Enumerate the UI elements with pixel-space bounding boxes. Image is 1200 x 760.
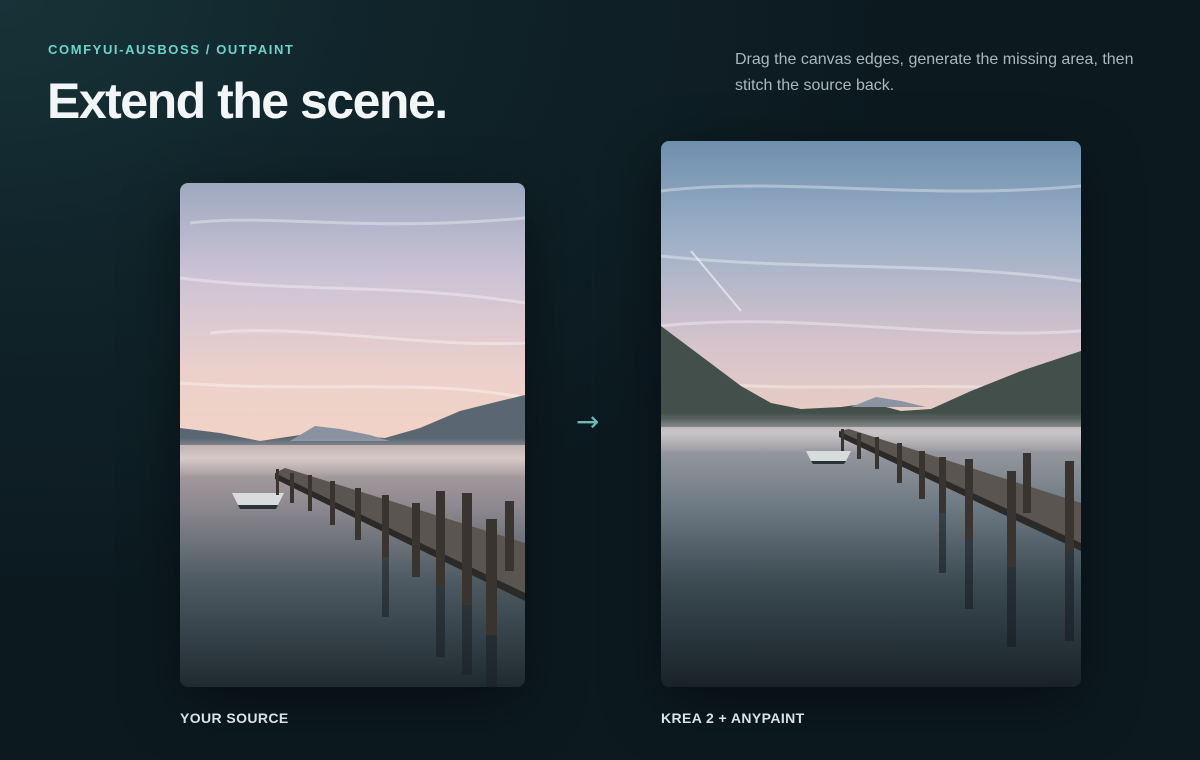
result-caption: KREA 2 + ANYPAINT (661, 710, 805, 726)
page-description: Drag the canvas edges, generate the miss… (735, 51, 1134, 94)
source-caption: YOUR SOURCE (180, 710, 289, 726)
arrow-icon: → (576, 405, 600, 438)
source-image (180, 183, 525, 687)
page-title: Extend the scene. (47, 73, 448, 129)
source-image-illustration (180, 183, 525, 687)
result-image (661, 141, 1081, 687)
result-image-illustration (661, 141, 1081, 687)
breadcrumb-eyebrow: COMFYUI-AUSBOSS / OUTPAINT (48, 42, 295, 57)
